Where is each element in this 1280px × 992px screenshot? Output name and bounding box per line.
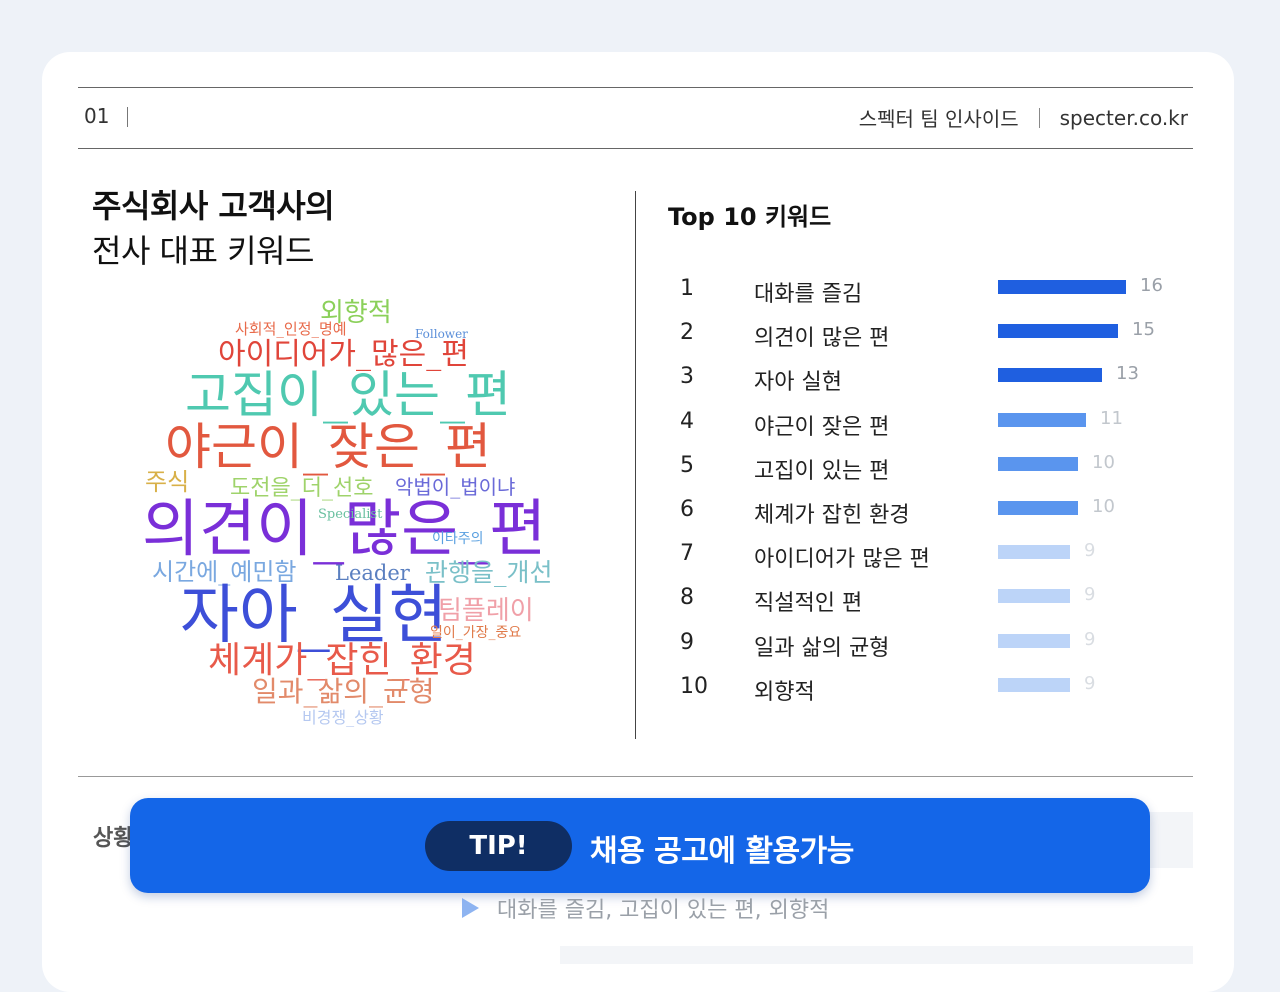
keyword-bar (998, 368, 1102, 383)
keyword-count: 9 (1084, 628, 1096, 650)
keyword-rank: 10 (680, 673, 708, 699)
keyword-bar (998, 456, 1078, 471)
keyword-rank: 4 (680, 408, 694, 434)
tip-text: 채용 공고에 활용가능 (590, 834, 854, 869)
keyword-count: 10 (1092, 451, 1115, 473)
keyword-rank: 3 (680, 364, 694, 390)
cloud-word: 체계가_잡힌_환경 (208, 640, 476, 681)
page-number: 01 (84, 104, 110, 128)
keyword-row: 4 야근이 잦은 편 11 (672, 405, 1192, 449)
keyword-row: 1 대화를 즐김 16 (672, 272, 1192, 316)
page-title-line1: 주식회사 고객사의 (92, 187, 335, 225)
cloud-word: 비경쟁_상황 (302, 708, 384, 727)
keyword-label: 직설적인 편 (754, 591, 863, 617)
keyword-label: 외향적 (754, 679, 815, 705)
header-bottom-rule (78, 148, 1193, 149)
header-right: 스펙터 팀 인사이드 specter.co.kr (859, 103, 1188, 132)
keyword-bar (998, 633, 1070, 648)
site-link[interactable]: specter.co.kr (1060, 106, 1188, 130)
keyword-row: 10 외향적 9 (672, 670, 1192, 714)
faded-box-lower (560, 946, 1193, 964)
keyword-row: 6 체계가 잡힌 환경 10 (672, 493, 1192, 537)
keyword-rank: 8 (680, 585, 694, 611)
keyword-count: 11 (1100, 407, 1123, 429)
keyword-label: 대화를 즐김 (754, 282, 863, 307)
keyword-label: 아이디어가 많은 편 (754, 547, 930, 573)
header-top-rule (78, 87, 1193, 88)
keyword-label: 일과 삶의 균형 (754, 635, 890, 661)
section-rule (78, 776, 1193, 777)
cloud-word: 일과_삶의_균형 (252, 675, 435, 708)
keyword-bar (998, 545, 1070, 560)
cloud-word: 사회적_인정_명예 (235, 320, 347, 338)
top-keywords-list: 1 대화를 즐김 16 2 의견이 많은 편 15 3 자아 실현 13 4 야근이 잦은 편 11 5… (672, 272, 1192, 714)
keyword-row: 8 직설적인 편 9 (672, 581, 1192, 625)
keyword-row: 9 일과 삶의 균형 9 (672, 626, 1192, 670)
keyword-count: 9 (1084, 540, 1096, 562)
keyword-label: 의견이 많은 편 (754, 326, 890, 352)
keyword-bar (998, 280, 1126, 294)
keyword-count: 13 (1116, 363, 1139, 385)
faded-keyword-row: 대화를 즐김, 고집이 있는 편, 외향적 (462, 892, 829, 924)
header-separator-right (1038, 107, 1040, 128)
keyword-rank: 1 (680, 276, 694, 301)
cloud-word: 자아_실현 (180, 579, 448, 653)
keyword-row: 7 아이디어가 많은 편 9 (672, 537, 1192, 581)
keyword-bar (998, 324, 1118, 339)
top-keywords-title: Top 10 키워드 (668, 203, 832, 231)
section-label: 상황 (93, 826, 134, 851)
keyword-row: 3 자아 실현 13 (672, 360, 1192, 404)
cloud-word: 야근이_잦은_편 (165, 418, 491, 476)
keyword-word-cloud: 외향적 사회적_인정_명예 Follower 아이디어가_많은_편 고집이_있는_편 야근… (130, 300, 570, 730)
cloud-word: 일이_가장_중요 (430, 625, 522, 641)
cloud-word: 이타주의 (432, 531, 484, 547)
play-icon (462, 898, 479, 918)
keyword-label: 야근이 잦은 편 (754, 414, 890, 440)
keyword-bar (998, 412, 1086, 427)
page-title-line2: 전사 대표 키워드 (92, 232, 314, 270)
keyword-rank: 7 (680, 541, 694, 567)
tip-banner: TIP! 채용 공고에 활용가능 (130, 798, 1150, 893)
keyword-count: 9 (1084, 584, 1096, 606)
column-divider (635, 191, 636, 739)
keyword-row: 5 고집이 있는 편 10 (672, 449, 1192, 493)
cloud-word: 주식 (145, 468, 190, 496)
header-separator (127, 107, 128, 127)
keyword-rank: 9 (680, 629, 694, 655)
keyword-label: 고집이 있는 편 (754, 458, 890, 484)
keyword-rank: 5 (680, 452, 694, 478)
faded-keywords: 대화를 즐김, 고집이 있는 편, 외향적 (497, 898, 830, 923)
team-label: 스펙터 팀 인사이드 (858, 107, 1019, 131)
keyword-rank: 6 (680, 496, 694, 522)
keyword-count: 10 (1092, 495, 1115, 517)
keyword-bar (998, 677, 1070, 692)
tip-badge: TIP! (425, 821, 572, 871)
keyword-count: 16 (1140, 275, 1163, 296)
keyword-row: 2 의견이 많은 편 15 (672, 316, 1192, 360)
keyword-count: 9 (1084, 672, 1096, 694)
keyword-label: 자아 실현 (754, 370, 842, 396)
keyword-bar (998, 500, 1078, 515)
keyword-label: 체계가 잡힌 환경 (754, 502, 910, 528)
keyword-rank: 2 (680, 320, 694, 346)
cloud-word: 고집이_있는_편 (185, 366, 511, 424)
keyword-count: 15 (1132, 319, 1155, 341)
cloud-word: 팀플레이 (438, 596, 534, 626)
cloud-word: Specialist (318, 507, 383, 522)
keyword-bar (998, 589, 1070, 604)
